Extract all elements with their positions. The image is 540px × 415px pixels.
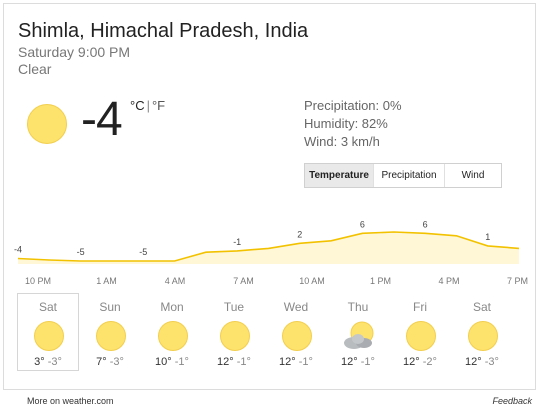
unit-separator: | xyxy=(146,98,150,113)
weather-card: Shimla, Himachal Pradesh, India Saturday… xyxy=(3,3,536,390)
data-label: -5 xyxy=(139,247,147,257)
high-temp: 12° xyxy=(403,356,420,368)
temperature-tab[interactable]: Temperature xyxy=(305,164,373,187)
forecast-day[interactable]: Sat 12° -3° xyxy=(451,293,513,371)
high-temp: 7° xyxy=(96,356,107,368)
wind-detail: Wind: 3 km/h xyxy=(304,134,380,149)
data-label: -4 xyxy=(14,245,22,255)
date-time: Saturday 9:00 PM xyxy=(18,44,131,60)
tick-label: 10 AM xyxy=(299,276,325,286)
low-temp: -1° xyxy=(171,356,189,368)
day-name: Tue xyxy=(223,300,245,314)
forecast-day[interactable]: Thu 12° -1° xyxy=(327,293,389,371)
low-temp: -3° xyxy=(106,356,124,368)
precipitation-detail: Precipitation: 0% xyxy=(304,98,402,113)
current-temperature: -4 xyxy=(81,93,123,146)
forecast-day[interactable]: Fri 12° -2° xyxy=(389,293,451,371)
data-label: 2 xyxy=(297,229,302,239)
tick-label: 4 AM xyxy=(165,276,186,286)
day-name: Sat xyxy=(38,300,57,314)
low-temp: -1° xyxy=(233,356,251,368)
day-temperatures: 12° -1° xyxy=(266,356,326,368)
precipitation-tab[interactable]: Precipitation xyxy=(373,164,444,187)
high-temp: 12° xyxy=(341,356,358,368)
sun-icon xyxy=(27,104,67,144)
celsius-unit[interactable]: °C xyxy=(130,98,145,113)
feedback-link[interactable]: Feedback xyxy=(492,396,532,406)
day-name: Mon xyxy=(160,300,184,314)
daily-forecast: Sat 3° -3° Sun 7° -3° Mon 10° -1° Tue 12° -1° We… xyxy=(17,293,513,371)
sun-icon xyxy=(406,321,436,351)
high-temp: 10° xyxy=(155,356,172,368)
day-temperatures: 12° -1° xyxy=(204,356,264,368)
forecast-day[interactable]: Tue 12° -1° xyxy=(203,293,265,371)
sun-icon xyxy=(96,321,126,351)
tick-label: 10 PM xyxy=(25,276,51,286)
wind-tab[interactable]: Wind xyxy=(444,164,501,187)
temperature-chart: -4 -5 -5 -1 2 6 6 1 10 PM 1 AM 4 AM 7 AM 10 AM 1 PM 4 … xyxy=(14,219,528,286)
day-temperatures: 12° -1° xyxy=(328,356,388,368)
day-name: Fri xyxy=(413,300,427,314)
tick-label: 7 PM xyxy=(507,276,528,286)
low-temp: -3° xyxy=(44,356,62,368)
partly-cloudy-icon xyxy=(344,321,374,349)
data-label: -1 xyxy=(233,237,241,247)
forecast-day[interactable]: Wed 12° -1° xyxy=(265,293,327,371)
data-label: -5 xyxy=(77,247,85,257)
fahrenheit-unit[interactable]: °F xyxy=(152,98,165,113)
low-temp: -2° xyxy=(419,356,437,368)
day-temperatures: 12° -3° xyxy=(452,356,512,368)
sun-icon xyxy=(158,321,188,351)
high-temp: 3° xyxy=(34,356,45,368)
sun-icon xyxy=(468,321,498,351)
data-label: 6 xyxy=(423,219,428,229)
day-name: Wed xyxy=(283,300,309,314)
chart-mode-toggle: Temperature Precipitation Wind xyxy=(304,163,502,188)
day-temperatures: 10° -1° xyxy=(142,356,202,368)
forecast-day[interactable]: Mon 10° -1° xyxy=(141,293,203,371)
day-name: Sun xyxy=(99,300,121,314)
data-label: 6 xyxy=(360,219,365,229)
humidity-detail: Humidity: 82% xyxy=(304,116,388,131)
forecast-day[interactable]: Sun 7° -3° xyxy=(79,293,141,371)
day-temperatures: 7° -3° xyxy=(80,356,140,368)
low-temp: -1° xyxy=(357,356,375,368)
tick-label: 1 PM xyxy=(370,276,391,286)
day-temperatures: 3° -3° xyxy=(18,356,78,368)
sun-icon xyxy=(282,321,312,351)
day-name: Sat xyxy=(472,300,491,314)
location-title: Shimla, Himachal Pradesh, India xyxy=(18,20,309,42)
day-name: Thu xyxy=(347,300,369,314)
weather-condition: Clear xyxy=(18,61,52,77)
high-temp: 12° xyxy=(217,356,234,368)
more-on-weather-link[interactable]: More on weather.com xyxy=(27,396,114,406)
forecast-day[interactable]: Sat 3° -3° xyxy=(17,293,79,371)
sun-icon xyxy=(34,321,64,351)
tick-label: 7 AM xyxy=(233,276,254,286)
weather-details: Precipitation: 0% Humidity: 82% Wind: 3 … xyxy=(304,97,402,151)
tick-label: 1 AM xyxy=(96,276,117,286)
high-temp: 12° xyxy=(465,356,482,368)
low-temp: -1° xyxy=(295,356,313,368)
high-temp: 12° xyxy=(279,356,296,368)
day-temperatures: 12° -2° xyxy=(390,356,450,368)
tick-label: 4 PM xyxy=(438,276,459,286)
low-temp: -3° xyxy=(481,356,499,368)
data-label: 1 xyxy=(485,232,490,242)
sun-icon xyxy=(220,321,250,351)
unit-switch: °C | °F xyxy=(130,98,165,113)
